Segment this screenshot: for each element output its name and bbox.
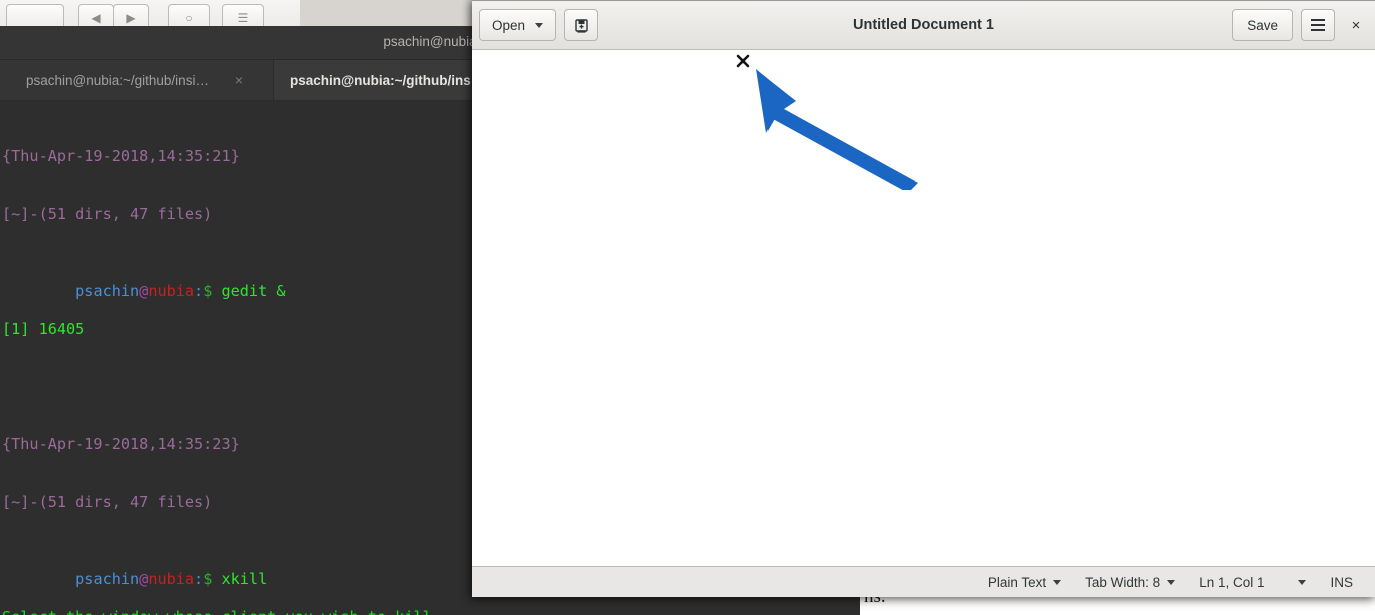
terminal-prompt-host: nubia <box>148 570 194 588</box>
hamburger-menu-icon <box>1311 19 1325 31</box>
new-document-icon <box>573 17 590 34</box>
desktop-screen: ◀ ▶ ○ ☰ hs. psachin@nubia psachin@nubia:… <box>0 0 1375 615</box>
insert-mode-label: INS <box>1330 575 1353 590</box>
xkill-instruction-text: Select the window whose client you wish … <box>2 608 432 615</box>
terminal-prompt-user: psachin <box>75 282 139 300</box>
terminal-prompt-colon: : <box>194 570 203 588</box>
close-icon[interactable]: × <box>235 73 243 87</box>
chevron-down-icon <box>535 23 543 28</box>
chevron-down-icon <box>1167 580 1175 585</box>
terminal-prompt-user: psachin <box>75 570 139 588</box>
save-button-label: Save <box>1247 18 1278 33</box>
gedit-header-right-controls: Save × <box>1232 1 1369 49</box>
cursor-position-label: Ln 1, Col 1 <box>1199 575 1264 590</box>
language-selector[interactable]: Plain Text <box>988 575 1073 590</box>
terminal-timestamp: {Thu-Apr-19-2018,14:35:23} <box>2 435 240 453</box>
close-icon: × <box>1352 17 1361 34</box>
terminal-tab-2-label: psachin@nubia:~/github/ins… <box>290 73 484 88</box>
tab-width-label: Tab Width: 8 <box>1085 575 1160 590</box>
gedit-header-left-controls: Open <box>472 9 598 41</box>
terminal-job-output: [1] 16405 <box>2 320 84 338</box>
terminal-dirinfo: [~]-(51 dirs, 47 files) <box>2 493 212 511</box>
gedit-window[interactable]: Open Untitled Document 1 Save <box>472 0 1375 597</box>
save-button[interactable]: Save <box>1232 9 1293 41</box>
gedit-statusbar: Plain Text Tab Width: 8 Ln 1, Col 1 INS <box>472 566 1375 597</box>
tab-width-selector[interactable]: Tab Width: 8 <box>1073 575 1187 590</box>
chevron-down-icon <box>1053 580 1061 585</box>
terminal-tab-1[interactable]: psachin@nubia:~/github/insi… × <box>0 60 274 100</box>
terminal-prompt-dollar: $ <box>203 282 212 300</box>
terminal-prompt-at: @ <box>139 570 148 588</box>
gedit-headerbar: Open Untitled Document 1 Save <box>472 1 1375 50</box>
terminal-tab-1-label: psachin@nubia:~/github/insi… <box>26 73 209 88</box>
insert-mode-indicator[interactable]: INS <box>1306 575 1365 590</box>
terminal-dirinfo: [~]-(51 dirs, 47 files) <box>2 205 212 223</box>
close-window-button[interactable]: × <box>1343 9 1369 41</box>
terminal-command: xkill <box>212 570 267 588</box>
terminal-timestamp: {Thu-Apr-19-2018,14:35:21} <box>2 147 240 165</box>
terminal-prompt-host: nubia <box>148 282 194 300</box>
open-button[interactable]: Open <box>479 9 556 41</box>
new-document-button[interactable] <box>564 9 598 41</box>
terminal-command: gedit & <box>212 282 285 300</box>
language-label: Plain Text <box>988 575 1046 590</box>
terminal-prompt-dollar: $ <box>203 570 212 588</box>
gedit-document-area[interactable] <box>472 50 1375 566</box>
terminal-prompt-at: @ <box>139 282 148 300</box>
terminal-line: Select the window whose client you wish … <box>2 608 860 615</box>
open-button-label: Open <box>492 18 525 33</box>
cursor-position-selector[interactable]: Ln 1, Col 1 <box>1187 575 1306 590</box>
hamburger-menu-button[interactable] <box>1301 9 1335 41</box>
terminal-prompt-colon: : <box>194 282 203 300</box>
chevron-down-icon <box>1298 580 1306 585</box>
